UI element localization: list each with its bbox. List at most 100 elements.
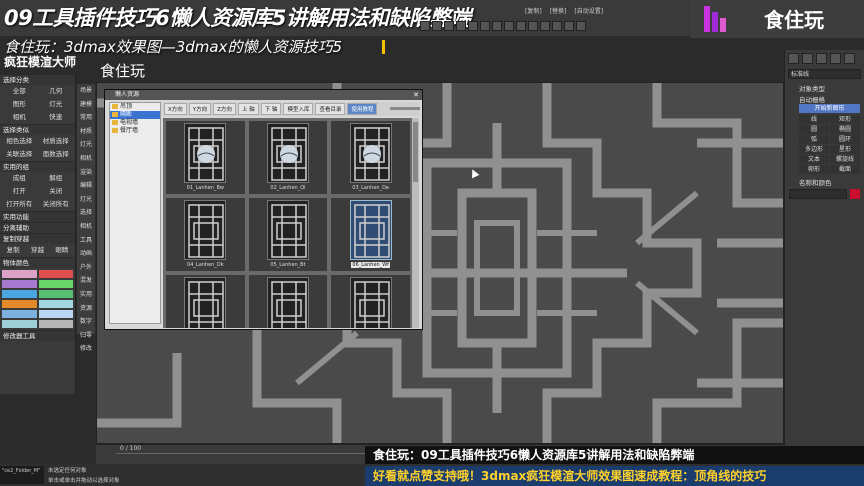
dialog-scrollbar[interactable] (412, 118, 419, 328)
section-heading[interactable]: 实用的组 (0, 161, 75, 172)
tree-item[interactable]: 隔断 (110, 111, 160, 119)
create-tab-icon[interactable] (788, 53, 799, 64)
tool-icon[interactable] (516, 21, 526, 31)
category-tab[interactable]: 实用 (77, 288, 95, 302)
tool-icon[interactable] (432, 21, 442, 31)
thumbnail[interactable] (166, 275, 245, 328)
tool-icon[interactable] (456, 21, 466, 31)
tree-item[interactable]: 电视墙 (110, 119, 160, 127)
toolbar-button[interactable]: Y方向 (188, 103, 212, 115)
shape-button[interactable]: 椭圆 (830, 125, 860, 134)
thumbnail[interactable] (331, 275, 410, 328)
color-swatch[interactable] (2, 310, 37, 318)
shape-button[interactable]: 线 (799, 115, 829, 124)
copy-label[interactable]: [复制] (525, 6, 542, 15)
toolbar-button[interactable]: Z方向 (213, 103, 236, 115)
tool-icon[interactable] (492, 21, 502, 31)
color-swatch[interactable] (38, 280, 73, 288)
autogrid-checkbox[interactable]: 自动栅格 (785, 92, 864, 104)
category-tab[interactable]: 材质 (77, 125, 95, 139)
panel-button[interactable]: 相机 (2, 112, 37, 123)
shape-button[interactable]: 矩形 (830, 115, 860, 124)
category-tab[interactable]: 修改 (77, 342, 95, 356)
toolbar-button[interactable]: 查看目录 (315, 103, 346, 115)
section-heading[interactable]: 复制穿越 (0, 233, 75, 244)
panel-button[interactable]: 关闭 (39, 186, 74, 197)
thumbnail[interactable]: 03_Lanhen_De (331, 121, 410, 194)
color-swatch[interactable] (38, 310, 73, 318)
thumbnail[interactable]: 06_Lanhen_Wf (331, 198, 410, 271)
section-heading[interactable]: 物体颜色 (0, 257, 75, 268)
color-swatch[interactable] (38, 270, 73, 278)
panel-button[interactable]: 全部 (2, 86, 37, 97)
panel-button[interactable]: 穿越 (26, 245, 48, 256)
thumbnail[interactable]: 01_Lanhen_Bw (166, 121, 245, 194)
panel-button[interactable]: 打开 (2, 186, 37, 197)
category-tab[interactable]: 场景 (77, 84, 95, 98)
color-swatch[interactable] (38, 290, 73, 298)
category-tab[interactable]: 动画 (77, 247, 95, 261)
color-swatch[interactable] (38, 320, 73, 328)
tool-icon[interactable] (444, 21, 454, 31)
panel-button[interactable]: 快速 (39, 112, 74, 123)
category-tab[interactable]: 户外 (77, 261, 95, 275)
tool-icon[interactable] (576, 21, 586, 31)
panel-button[interactable]: 眼睛 (51, 245, 73, 256)
color-swatch[interactable] (38, 300, 73, 308)
panel-button[interactable]: 关闭所有 (39, 199, 74, 210)
auto-set-label[interactable]: [自动设置] (574, 6, 603, 15)
panel-button[interactable]: 面数选择 (39, 149, 74, 160)
shape-button[interactable]: 圆 (799, 125, 829, 134)
color-swatch[interactable] (2, 300, 37, 308)
display-tab-icon[interactable] (844, 53, 855, 64)
tool-icon[interactable] (420, 21, 430, 31)
thumbnail[interactable]: 05_Lanhen_Bt (248, 198, 328, 271)
category-tab[interactable]: 归零 (77, 329, 95, 343)
category-tab[interactable]: 相机 (77, 152, 95, 166)
color-swatch[interactable] (2, 270, 37, 278)
shape-button[interactable]: 截面 (830, 165, 860, 174)
maxscript-listener[interactable]: "ce2_Folder_M" (0, 466, 44, 484)
category-tab[interactable]: 灯光 (77, 193, 95, 207)
toolbar-button[interactable]: 模型入库 (283, 103, 314, 115)
start-new-shape-button[interactable]: 开始新图形 (799, 104, 860, 113)
object-name-input[interactable] (789, 189, 847, 199)
category-tab[interactable]: 编辑 (77, 179, 95, 193)
panel-button[interactable]: 灯光 (39, 99, 74, 110)
shape-type-dropdown[interactable]: 标准线 (788, 69, 861, 79)
category-tab[interactable]: 常用 (77, 111, 95, 125)
section-heading[interactable]: 实用功能 (0, 211, 75, 222)
tool-icon[interactable] (528, 21, 538, 31)
tree-item[interactable]: 餐厅墙 (110, 127, 160, 135)
category-tab[interactable]: 工具 (77, 234, 95, 248)
color-swatch[interactable] (2, 320, 37, 328)
thumbnail[interactable] (248, 275, 328, 328)
shape-button[interactable]: 卵形 (799, 165, 829, 174)
close-icon[interactable]: ✕ (412, 91, 420, 99)
panel-button[interactable]: 几何 (39, 86, 74, 97)
tree-item[interactable]: 吊顶 (110, 103, 160, 111)
panel-button[interactable]: 材质选择 (39, 136, 74, 147)
object-color-swatch[interactable] (850, 189, 860, 199)
panel-button[interactable]: 图形 (2, 99, 37, 110)
color-swatch[interactable] (2, 280, 37, 288)
tool-icon[interactable] (564, 21, 574, 31)
tool-icon[interactable] (504, 21, 514, 31)
tool-icon[interactable] (552, 21, 562, 31)
category-tab[interactable]: 渲染 (77, 166, 95, 180)
panel-button[interactable]: 关联选择 (2, 149, 37, 160)
category-tab[interactable]: 建模 (77, 98, 95, 112)
category-tab[interactable]: 相机 (77, 220, 95, 234)
tool-icon[interactable] (480, 21, 490, 31)
panel-button[interactable]: 相色选择 (2, 136, 37, 147)
toolbar-button[interactable]: 下 轴 (260, 103, 282, 115)
category-tab[interactable]: 资源 (77, 302, 95, 316)
shape-button[interactable]: 螺旋线 (830, 155, 860, 164)
shape-button[interactable]: 多边形 (799, 145, 829, 154)
modifier-tools-heading[interactable]: 修改器工具 (0, 330, 75, 341)
thumbnail[interactable]: 02_Lanhen_Ql (248, 121, 328, 194)
shape-button[interactable]: 星形 (830, 145, 860, 154)
toolbar-button[interactable]: 使用教程 (347, 103, 378, 115)
toolbar-button[interactable]: X方向 (164, 103, 187, 115)
section-heading[interactable]: 选择类似 (0, 124, 75, 135)
